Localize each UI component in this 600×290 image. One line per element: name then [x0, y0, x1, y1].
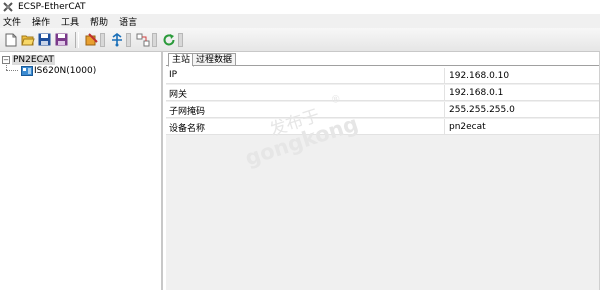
network-icon[interactable]: [109, 32, 124, 47]
app-icon: [3, 2, 13, 12]
gateway-field[interactable]: 192.168.0.1: [444, 85, 599, 100]
menu-file[interactable]: 文件: [3, 15, 21, 28]
menu-tools[interactable]: 工具: [61, 15, 79, 28]
title-bar: ECSP-EtherCAT: [0, 0, 600, 14]
save-as-icon[interactable]: [54, 32, 69, 47]
property-label: 网关: [169, 90, 188, 100]
mapping-icon[interactable]: [135, 32, 150, 47]
toolbar: [0, 28, 600, 52]
new-file-icon[interactable]: [3, 32, 18, 47]
ip-field[interactable]: 192.168.0.10: [444, 68, 599, 83]
settings-config-icon[interactable]: [83, 32, 98, 47]
menu-operation[interactable]: 操作: [32, 15, 50, 28]
toolbar-separator: [75, 31, 79, 48]
save-icon[interactable]: [37, 32, 52, 47]
device-tree: − PN2ECAT IS620N(1000): [0, 52, 163, 290]
collapse-icon[interactable]: −: [2, 55, 10, 64]
tab-strip: 主站 过程数据: [166, 52, 600, 67]
refresh-dropdown[interactable]: [178, 32, 183, 47]
network-dropdown[interactable]: [126, 32, 131, 47]
settings-dropdown[interactable]: [100, 32, 105, 47]
refresh-icon[interactable]: [161, 32, 176, 47]
open-folder-icon[interactable]: [20, 32, 35, 47]
property-grid: IP 192.168.0.10 网关 192.168.0.1 子网掩码 255.…: [166, 68, 600, 290]
property-row-gateway: 网关 192.168.0.1: [166, 85, 600, 101]
subnet-mask-field[interactable]: 255.255.255.0: [444, 102, 599, 117]
tab-master[interactable]: 主站: [168, 53, 195, 67]
tab-process-data[interactable]: 过程数据: [192, 53, 237, 66]
device-name-field[interactable]: pn2ecat: [444, 119, 599, 134]
property-row-subnet: 子网掩码 255.255.255.0: [166, 102, 600, 118]
property-label: IP: [169, 70, 178, 80]
property-label: 设备名称: [169, 124, 206, 134]
property-row-device-name: 设备名称 pn2ecat: [166, 119, 600, 135]
property-row-ip: IP 192.168.0.10: [166, 68, 600, 84]
tree-node-slave[interactable]: IS620N(1000): [21, 65, 96, 76]
menu-help[interactable]: 帮助: [90, 15, 108, 28]
mapping-dropdown[interactable]: [152, 32, 157, 47]
device-icon: [21, 65, 33, 76]
tree-connector: [6, 70, 18, 71]
menu-bar: 文件 操作 工具 帮助 语言: [0, 14, 600, 28]
menu-language[interactable]: 语言: [119, 15, 137, 28]
tree-root-label[interactable]: PN2ECAT: [12, 54, 55, 65]
property-label: 子网掩码: [169, 107, 206, 117]
tree-child-label[interactable]: IS620N(1000): [34, 66, 96, 76]
tree-node-root[interactable]: − PN2ECAT: [2, 54, 55, 65]
window-title: ECSP-EtherCAT: [18, 2, 86, 12]
